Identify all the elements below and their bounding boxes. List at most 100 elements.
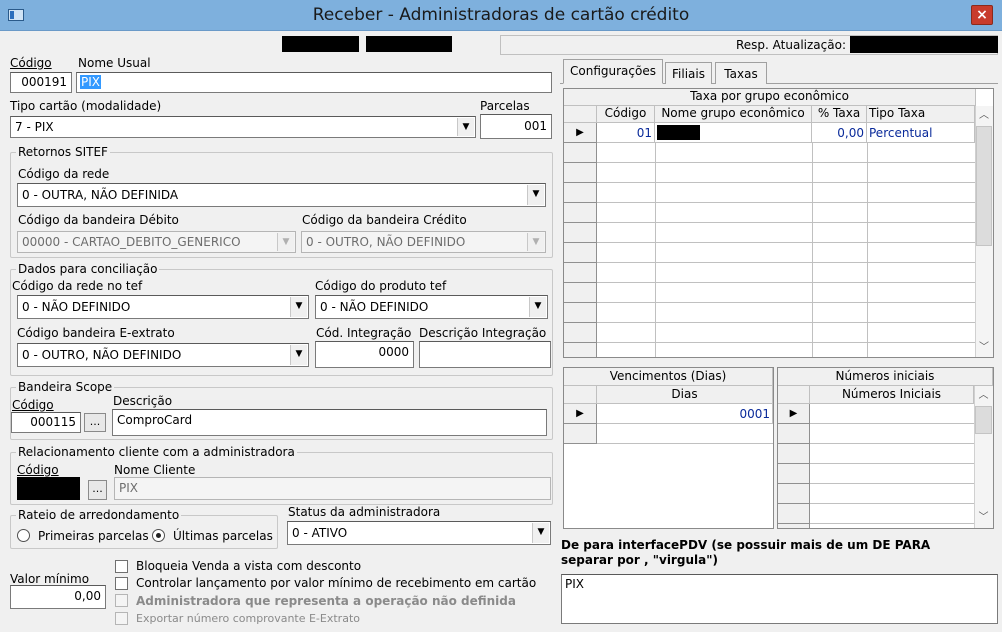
row-pointer-icon: ▶ [564,404,597,424]
scope-codigo-field[interactable]: 000115 [11,412,81,433]
vencimento-row-dias[interactable]: 0001 [597,404,773,424]
codigo-label: Código [10,56,52,70]
col-nome-grupo-header[interactable]: Nome grupo econômico [655,106,812,123]
scroll-up-icon[interactable]: ︿ [975,108,993,124]
taxa-row-codigo[interactable]: 01 [597,123,655,143]
tab-filiais[interactable]: Filiais [665,62,712,84]
chevron-down-icon[interactable]: ▼ [290,345,307,365]
col-taxa-header[interactable]: % Taxa [812,106,867,123]
bandeira-debito-label: Código da bandeira Débito [18,213,179,227]
scope-descricao-field[interactable]: ComproCard [112,409,547,436]
cod-integracao-label: Cód. Integração [316,326,412,340]
radio-primeiras-parcelas[interactable] [17,529,30,542]
rateio-title: Rateio de arredondamento [16,508,182,522]
row-pointer-icon: ▶ [564,123,597,143]
scope-lookup-button[interactable]: ... [84,413,106,432]
scroll-up-icon[interactable]: ︿ [974,388,993,404]
retornos-sitef-title: Retornos SITEF [16,145,110,159]
resp-label: Resp. Atualização: [736,38,846,52]
valor-minimo-label: Valor mínimo [10,572,90,586]
resp-value-redacted [850,36,998,53]
bandeira-credito-select[interactable]: 0 - OUTRO, NÃO DEFINIDO ▼ [301,231,546,253]
taxa-row-nome-redacted [657,125,700,140]
depara-field[interactable]: PIX [561,574,998,624]
depara-label: De para interfacePDV (se possuir mais de… [561,538,931,567]
scroll-thumb[interactable] [975,406,992,434]
chevron-down-icon[interactable]: ▼ [290,297,307,317]
bandeira-debito-select[interactable]: 00000 - CARTAO_DEBITO_GENERICO ▼ [17,231,296,253]
parcelas-label: Parcelas [480,99,530,113]
bandeira-credito-value: 0 - OUTRO, NÃO DEFINIDO [306,235,466,249]
taxa-grid-corner [564,106,597,123]
window-title: Receber - Administradoras de cartão créd… [312,5,690,25]
checkbox-bloqueia-venda[interactable] [115,560,128,573]
codigo-rede-label: Código da rede [18,167,110,181]
codigo-rede-select[interactable]: 0 - OUTRA, NÃO DEFINIDA ▼ [17,183,546,207]
exportar-comprovante-label: Exportar número comprovante E-Extrato [136,612,360,625]
cliente-codigo-redacted[interactable] [17,477,80,500]
redacted-field [282,36,359,52]
close-button[interactable]: × [971,5,993,25]
nome-usual-selected-text: PIX [80,75,101,89]
scope-codigo-label: Código [12,398,54,412]
chevron-down-icon[interactable]: ▼ [457,118,474,136]
valor-minimo-field[interactable]: 0,00 [10,585,106,609]
chevron-down-icon[interactable]: ▼ [532,523,549,543]
status-value: 0 - ATIVO [292,526,348,540]
tab-configuracoes[interactable]: Configurações [563,59,663,84]
codigo-rede-value: 0 - OUTRA, NÃO DEFINIDA [22,188,179,202]
vencimentos-corner [564,386,597,404]
taxa-row-nome[interactable] [655,123,812,143]
chevron-down-icon[interactable]: ▼ [527,185,544,205]
radio-ultimas-parcelas[interactable] [152,529,165,542]
produto-tef-label: Código do produto tef [315,279,447,293]
vencimentos-indicator-cell [564,424,597,444]
bandeira-debito-value: 00000 - CARTAO_DEBITO_GENERICO [22,235,241,249]
taxa-grid-indicator-column [564,143,597,357]
desc-integracao-label: Descrição Integração [419,326,547,340]
scroll-down-icon[interactable]: ﹀ [974,510,993,526]
bloqueia-venda-label: Bloqueia Venda a vista com desconto [136,559,362,573]
checkbox-controlar-lancamento[interactable] [115,577,128,590]
cod-integracao-field[interactable]: 0000 [315,341,414,368]
nome-cliente-field[interactable]: PIX [114,477,551,500]
scroll-down-icon[interactable]: ﹀ [975,340,993,356]
checkbox-operacao-nao-definida[interactable] [115,594,128,607]
scroll-thumb[interactable] [976,126,992,246]
operacao-nao-definida-label: Administradora que representa a operação… [136,594,516,608]
rede-tef-value: 0 - NÃO DEFINIDO [22,300,131,314]
col-tipo-taxa-header[interactable]: Tipo Taxa [867,106,975,123]
numeros-rows [810,404,974,528]
row-pointer-icon: ▶ [778,404,810,424]
rede-tef-select[interactable]: 0 - NÃO DEFINIDO ▼ [17,295,309,319]
checkbox-exportar-comprovante[interactable] [115,612,128,625]
col-dias-header[interactable]: Dias [597,386,773,404]
col-codigo-header[interactable]: Código [597,106,655,123]
taxa-row-taxa[interactable]: 0,00 [812,123,867,143]
taxa-grid-title: Taxa por grupo econômico [564,89,976,106]
codigo-field[interactable]: 000191 [10,72,72,93]
parcelas-field[interactable]: 001 [480,114,552,139]
nome-cliente-label: Nome Cliente [114,463,196,477]
vencimentos-empty-row [597,424,773,444]
scope-descricao-label: Descrição [113,394,173,408]
redacted-field [366,36,452,52]
taxa-grid-empty-rows [564,143,975,357]
taxa-row-tipo[interactable]: Percentual [867,123,975,143]
tipo-cartao-select[interactable]: 7 - PIX ▼ [10,116,476,138]
status-label: Status da administradora [288,505,441,519]
tab-taxas[interactable]: Taxas [715,62,767,84]
grid-col-line [812,143,813,357]
nome-usual-field[interactable]: PIX [76,72,552,93]
relacionamento-title: Relacionamento cliente com a administrad… [16,445,297,459]
desc-integracao-field[interactable] [419,341,551,368]
chevron-down-icon[interactable]: ▼ [529,297,546,317]
status-select[interactable]: 0 - ATIVO ▼ [287,521,551,545]
controlar-lancamento-label: Controlar lançamento por valor mínimo de… [136,576,537,590]
produto-tef-value: 0 - NÃO DEFINIDO [320,300,429,314]
produto-tef-select[interactable]: 0 - NÃO DEFINIDO ▼ [315,295,548,319]
bandeira-scope-title: Bandeira Scope [16,380,115,394]
cliente-lookup-button[interactable]: ... [88,480,107,500]
col-numeros-header[interactable]: Números Iniciais [810,386,974,404]
bandeira-extrato-select[interactable]: 0 - OUTRO, NÃO DEFINIDO ▼ [17,343,309,367]
